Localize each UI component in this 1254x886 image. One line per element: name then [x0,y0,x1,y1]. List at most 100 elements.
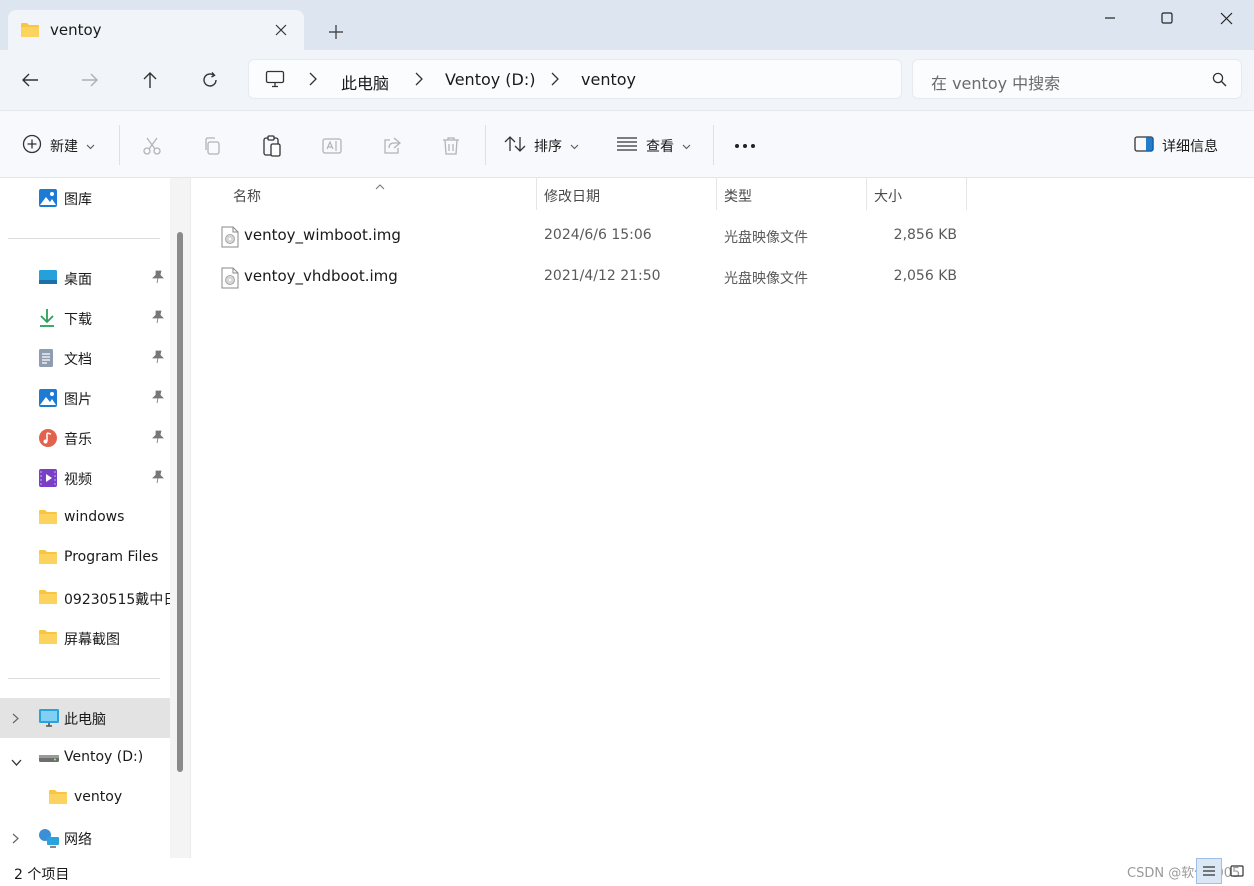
paste-icon[interactable] [262,133,282,159]
share-icon[interactable] [382,133,402,159]
maximize-icon[interactable] [1137,0,1197,36]
scrollbar-thumb[interactable] [177,232,183,772]
pin-icon[interactable] [152,270,164,288]
column-header-type[interactable]: 类型 [724,178,752,210]
column-divider[interactable] [866,178,867,210]
sidebar-item-folder-09230515[interactable]: 09230515戴中日 [0,578,170,618]
sidebar-item-windows[interactable]: windows [0,498,170,538]
file-name: ventoy_wimboot.img [244,226,401,244]
refresh-icon[interactable] [192,62,228,98]
add-circle-icon [22,134,42,158]
cut-icon[interactable] [142,133,162,159]
chevron-right-icon[interactable] [12,832,19,848]
gallery-icon [38,188,58,212]
pin-icon[interactable] [152,430,164,448]
sidebar-scrollbar[interactable] [170,178,190,858]
pictures-icon [38,388,58,412]
address-bar[interactable]: 此电脑 Ventoy (D:) ventoy [248,59,902,99]
search-input[interactable]: 在 ventoy 中搜索 [912,59,1242,99]
sidebar-item-videos[interactable]: 视频 [0,458,170,498]
column-divider[interactable] [966,178,967,210]
breadcrumb-drive[interactable]: Ventoy (D:) [445,70,536,89]
thumbnail-view-icon[interactable] [1224,858,1250,884]
document-icon [38,348,54,372]
close-window-icon[interactable] [1196,0,1254,36]
pin-icon[interactable] [152,310,164,328]
chevron-right-icon[interactable] [12,712,19,728]
up-icon[interactable] [132,62,168,98]
sidebar-divider [8,678,160,679]
chevron-right-icon [551,72,559,90]
column-divider[interactable] [716,178,717,210]
column-header-size[interactable]: 大小 [874,178,902,210]
pin-icon[interactable] [152,390,164,408]
sidebar-item-desktop[interactable]: 桌面 [0,258,170,298]
sidebar-item-pictures[interactable]: 图片 [0,378,170,418]
details-pane-button[interactable]: 详细信息 [1134,133,1218,159]
sidebar-item-ventoy-folder[interactable]: ventoy [0,778,170,818]
drive-icon [38,748,60,772]
forward-icon[interactable] [72,62,108,98]
breadcrumb-this-pc[interactable]: 此电脑 [341,70,389,94]
navigation-pane: 图库 桌面 下载 文档 图片 音乐 视频 windows Program Fil… [0,178,190,858]
item-count: 2 个项目 [14,867,70,883]
new-tab-icon[interactable] [322,18,350,46]
toolbar-divider [713,125,714,165]
folder-icon [48,788,68,810]
delete-icon[interactable] [442,133,460,159]
tab-ventoy[interactable]: ventoy [8,10,304,50]
sidebar-item-downloads[interactable]: 下载 [0,298,170,338]
chevron-down-icon [86,138,95,154]
more-options-icon[interactable] [734,133,756,159]
new-label: 新建 [50,139,78,155]
monitor-icon [265,70,285,92]
folder-icon [38,588,58,610]
view-button[interactable]: 查看 [616,133,691,159]
tab-title: ventoy [50,21,102,39]
folder-icon [38,628,58,650]
search-icon[interactable] [1212,72,1227,91]
sidebar-item-label: 网络 [64,832,92,848]
sidebar-item-label: windows [64,509,125,525]
desktop-icon [38,268,58,290]
chevron-down-icon[interactable] [11,754,22,770]
folder-icon [38,548,58,570]
sidebar-item-documents[interactable]: 文档 [0,338,170,378]
column-divider[interactable] [536,178,537,210]
sidebar-item-music[interactable]: 音乐 [0,418,170,458]
command-bar: 新建 排序 查看 详细信息 [0,110,1254,178]
minimize-icon[interactable] [1080,0,1140,36]
sidebar-item-network[interactable]: 网络 [0,818,170,858]
file-date: 2021/4/12 21:50 [544,268,661,284]
title-bar: ventoy [0,0,1254,50]
column-header-date[interactable]: 修改日期 [544,178,600,210]
sidebar-item-gallery[interactable]: 图库 [0,178,170,218]
details-view-icon[interactable] [1196,858,1222,884]
download-icon [38,308,56,332]
table-row[interactable]: ventoy_vhdboot.img 2021/4/12 21:50 光盘映像文… [191,257,1254,297]
file-type: 光盘映像文件 [724,230,808,246]
sidebar-item-program-files[interactable]: Program Files [0,538,170,578]
disc-image-file-icon [221,267,239,293]
table-row[interactable]: ventoy_wimboot.img 2024/6/6 15:06 光盘映像文件… [191,216,1254,256]
sidebar-item-label: 屏幕截图 [64,632,120,648]
pin-icon[interactable] [152,470,164,488]
folder-icon [38,508,58,530]
column-header-name[interactable]: 名称 [233,178,261,210]
copy-icon[interactable] [202,133,222,159]
sort-ascending-icon [375,178,385,194]
sidebar-divider [8,238,160,239]
pin-icon[interactable] [152,350,164,368]
sidebar-item-screenshots[interactable]: 屏幕截图 [0,618,170,658]
sidebar-item-this-pc[interactable]: 此电脑 [0,698,170,738]
rename-icon[interactable] [322,133,342,159]
new-button[interactable]: 新建 [22,133,95,159]
close-tab-icon[interactable] [270,19,292,41]
sort-button[interactable]: 排序 [504,133,579,159]
music-icon [38,428,58,452]
chevron-right-icon [309,72,317,90]
back-icon[interactable] [12,62,48,98]
breadcrumb-folder[interactable]: ventoy [581,70,636,89]
details-pane-icon [1134,135,1154,157]
sidebar-item-ventoy-drive[interactable]: Ventoy (D:) [0,738,170,778]
